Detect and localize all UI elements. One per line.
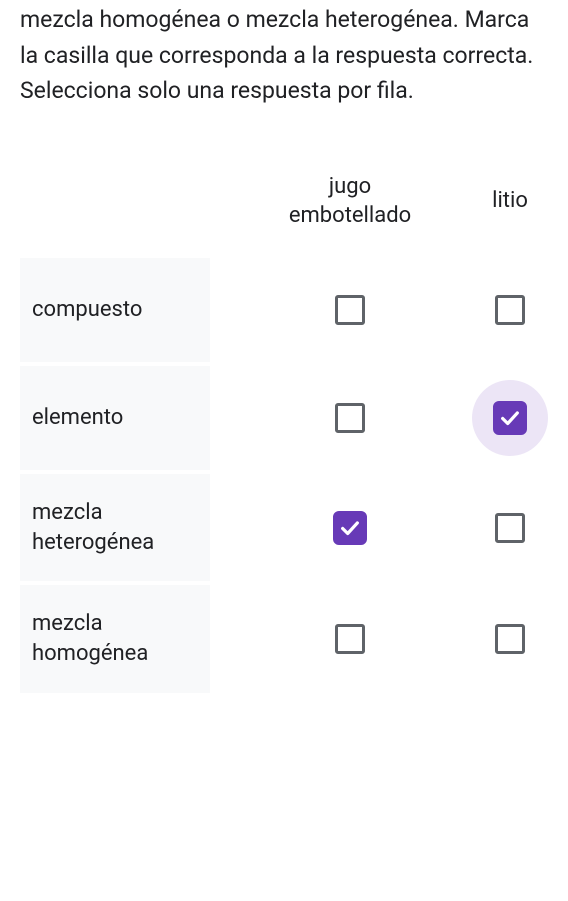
grid-cell bbox=[430, 474, 548, 581]
row-label: mezcla homogénea bbox=[20, 585, 210, 692]
column-header-3: litio bbox=[430, 163, 548, 254]
grid-cell bbox=[430, 366, 548, 470]
checkbox[interactable] bbox=[495, 513, 525, 543]
checkbox[interactable] bbox=[333, 511, 367, 545]
checkbox[interactable] bbox=[335, 295, 365, 325]
column-header-empty bbox=[20, 163, 210, 254]
grid-cell bbox=[270, 366, 430, 470]
checkbox-ripple bbox=[312, 601, 388, 677]
checkbox[interactable] bbox=[495, 624, 525, 654]
grid-cell bbox=[430, 585, 548, 692]
checkbox[interactable] bbox=[495, 295, 525, 325]
grid-cell bbox=[210, 585, 270, 692]
checkbox-ripple bbox=[312, 380, 388, 456]
row-label: compuesto bbox=[20, 258, 210, 362]
checkbox-ripple bbox=[312, 272, 388, 348]
grid-cell bbox=[270, 474, 430, 581]
column-header-2-line1: jugo bbox=[329, 174, 371, 199]
checkbox-ripple bbox=[472, 490, 548, 566]
grid-cell bbox=[210, 474, 270, 581]
checkbox-ripple bbox=[472, 272, 548, 348]
column-header-2-line2: embotellado bbox=[289, 203, 411, 228]
checkbox[interactable] bbox=[493, 401, 527, 435]
checkbox[interactable] bbox=[335, 624, 365, 654]
answer-grid: nato dio jugo embotellado litio compuest… bbox=[20, 159, 548, 697]
row-label: mezcla heterogénea bbox=[20, 474, 210, 581]
row-label: elemento bbox=[20, 366, 210, 470]
column-header-2: jugo embotellado bbox=[270, 163, 430, 254]
table-row: mezcla heterogénea bbox=[20, 474, 548, 581]
grid-cell bbox=[210, 258, 270, 362]
table-row: compuesto bbox=[20, 258, 548, 362]
table-row: mezcla homogénea bbox=[20, 585, 548, 692]
instructions-text: mezcla homogénea o mezcla heterogénea. M… bbox=[20, 0, 548, 159]
grid-cell bbox=[270, 585, 430, 692]
table-row: elemento bbox=[20, 366, 548, 470]
checkbox-ripple bbox=[312, 490, 388, 566]
grid-cell bbox=[270, 258, 430, 362]
checkbox-ripple bbox=[472, 380, 548, 456]
checkbox-ripple bbox=[472, 601, 548, 677]
grid-cell bbox=[430, 258, 548, 362]
column-header-1: nato dio bbox=[210, 163, 270, 254]
grid-cell bbox=[210, 366, 270, 470]
checkbox[interactable] bbox=[335, 403, 365, 433]
